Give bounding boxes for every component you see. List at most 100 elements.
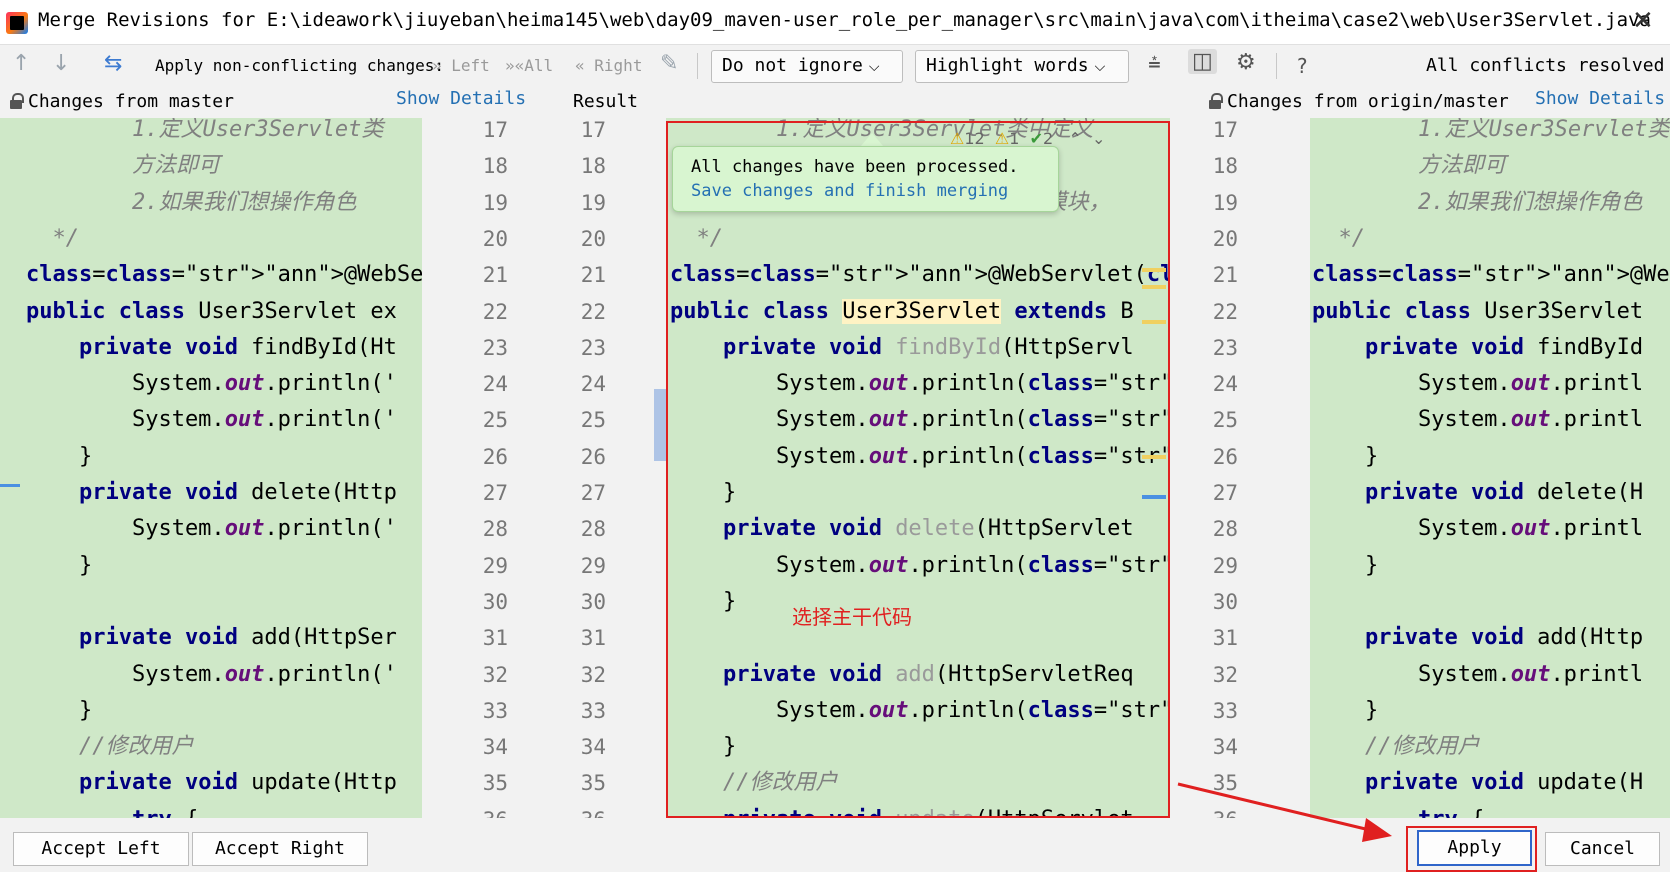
code-line: 1.定义User3Servlet类	[26, 118, 384, 142]
code-line: System.out.println('	[26, 407, 397, 433]
code-line: }	[1312, 443, 1379, 469]
chevron-down-icon: ⌵	[868, 59, 880, 75]
apply-right-button[interactable]: « Right	[575, 56, 642, 75]
code-line: System.out.println('	[26, 516, 397, 542]
line-number: 25	[580, 408, 606, 433]
line-number: 28	[482, 517, 508, 542]
next-diff-icon[interactable]: ↓	[52, 51, 70, 76]
code-line: public class User3Servlet ex	[26, 298, 397, 324]
change-marker	[1142, 495, 1166, 499]
line-number: 28	[1212, 517, 1238, 542]
apply-all-button[interactable]: »«All	[505, 56, 553, 75]
conflict-bar	[1142, 268, 1166, 272]
code-line: private void add(HttpServletReq	[722, 661, 1134, 687]
code-line: */	[26, 225, 79, 251]
chevron-down-icon: ⌵	[1094, 59, 1106, 75]
left-show-details-link[interactable]: Show Details	[396, 88, 526, 109]
code-line: System.out.println(class="str">"根据id查	[670, 371, 1170, 397]
code-line: private void findById(HttpServl	[722, 334, 1134, 360]
code-line: try {	[1310, 802, 1670, 818]
accept-right-button[interactable]: Accept Right	[192, 832, 368, 866]
code-line: System.out.printl	[1312, 371, 1644, 397]
magic-wand-icon[interactable]: ✎	[660, 51, 678, 76]
code-line: //修改用户	[26, 734, 194, 760]
window-title: Merge Revisions for E:\ideawork\jiuyeban…	[38, 9, 1651, 31]
apply-button[interactable]: Apply	[1417, 830, 1532, 866]
gear-icon[interactable]: ⚙	[1236, 50, 1256, 75]
right-editor[interactable]: 1.定义User3Servlet类 方法即可 2.如果我们想操作角色 */ cla…	[1310, 118, 1670, 818]
conflict-bar	[1142, 320, 1166, 324]
title-bar: Merge Revisions for E:\ideawork\jiuyeban…	[0, 0, 1670, 45]
ignore-whitespace-dropdown[interactable]: Do not ignore ⌵	[711, 50, 903, 83]
code-line: 方法即可	[1312, 153, 1506, 179]
line-number: 31	[580, 626, 606, 651]
right-header-title: Changes from origin/master	[1227, 91, 1509, 112]
line-number: 20	[580, 226, 606, 251]
panel-headers: Changes from master Show Details Result …	[0, 87, 1670, 117]
line-number: 29	[482, 553, 508, 578]
code-line: }	[26, 443, 93, 469]
chevron-up-icon[interactable]: ⌃	[1068, 129, 1081, 148]
highlight-mode-dropdown[interactable]: Highlight words ⌵	[915, 50, 1129, 83]
line-number: 22	[1212, 299, 1238, 324]
left-editor[interactable]: 1.定义User3Servlet类 方法即可 2.如果我们想操作角色 */ cla…	[0, 118, 422, 818]
chevron-down-icon[interactable]: ⌄	[1092, 129, 1105, 148]
line-number: 34	[580, 735, 606, 760]
line-number: 30	[580, 589, 606, 614]
line-number: 23	[482, 335, 508, 360]
collapse-unchanged-icon[interactable]: ⩮	[1148, 51, 1161, 76]
line-number-gutter: 17 18 19 20 21 22 23 24 25 26 27 28 29 30 31 32 33 34 35 36…	[422, 118, 666, 818]
line-number: 34	[1212, 735, 1238, 760]
accept-left-button[interactable]: Accept Left	[13, 832, 189, 866]
code-line: System.out.println(class="str">"根据id查	[670, 407, 1170, 433]
code-line: */	[1312, 225, 1365, 251]
code-line: System.out.printl	[1312, 661, 1644, 687]
line-number: 31	[1212, 626, 1238, 651]
line-number: 32	[580, 662, 606, 687]
right-show-details-link[interactable]: Show Details	[1535, 88, 1665, 109]
line-number: 31	[482, 626, 508, 651]
code-line: 2.如果我们想操作角色	[1312, 189, 1643, 215]
separator	[697, 53, 698, 79]
line-number: 35	[1212, 771, 1238, 796]
line-number: 33	[1212, 698, 1238, 723]
code-line: public class User3Servlet	[1312, 298, 1644, 324]
code-line: //修改用户	[1312, 734, 1480, 760]
code-line: }	[1312, 552, 1379, 578]
help-icon[interactable]: ?	[1296, 54, 1308, 78]
line-number: 25	[482, 408, 508, 433]
code-line: }	[670, 480, 737, 505]
line-number: 18	[1212, 154, 1238, 179]
change-marker	[0, 484, 20, 487]
line-number: 36	[566, 802, 606, 818]
line-number: 17	[1212, 118, 1238, 142]
double-chevron-right-icon: »	[432, 56, 442, 75]
balloon-message: All changes have been processed.	[691, 157, 1019, 177]
code-line: private void update(HttpServlet	[666, 802, 1170, 818]
code-line: 2.如果我们想操作角色	[26, 189, 357, 215]
code-line: private void add(HttpSer	[78, 625, 397, 651]
code-line: System.out.println(class="str">"删除用户	[670, 552, 1170, 578]
code-line: private void findById	[1364, 334, 1644, 360]
sync-scroll-icon[interactable]: ◫	[1188, 49, 1217, 74]
line-number: 19	[580, 190, 606, 215]
save-and-finish-link[interactable]: Save changes and finish merging	[691, 179, 1040, 203]
close-icon[interactable]: ✕	[1632, 6, 1654, 36]
result-header-title: Result	[573, 91, 639, 112]
line-number: 26	[1212, 444, 1238, 469]
line-number: 36	[468, 802, 508, 818]
code-line: private void delete(Http	[78, 480, 397, 505]
apply-non-conflicting-label: Apply non-conflicting changes:	[155, 56, 444, 75]
line-number: 17	[580, 118, 606, 142]
line-number: 30	[1212, 589, 1238, 614]
line-number: 21	[482, 263, 508, 288]
apply-left-button[interactable]: » Left	[432, 56, 490, 75]
prev-diff-icon[interactable]: ↑	[12, 51, 30, 76]
code-line: class=class="str">"ann">@WebServlet(clas…	[670, 262, 1170, 288]
result-editor[interactable]: 1.定义User3Servlet类中定义 方法即可 2.如果我们想操作角色权限模…	[666, 118, 1170, 818]
compare-icon[interactable]: ⇆	[104, 51, 122, 76]
code-line: }	[1312, 697, 1379, 723]
code-line: private void add(Http	[1364, 625, 1644, 651]
cancel-button[interactable]: Cancel	[1545, 832, 1660, 866]
line-number: 21	[580, 263, 606, 288]
